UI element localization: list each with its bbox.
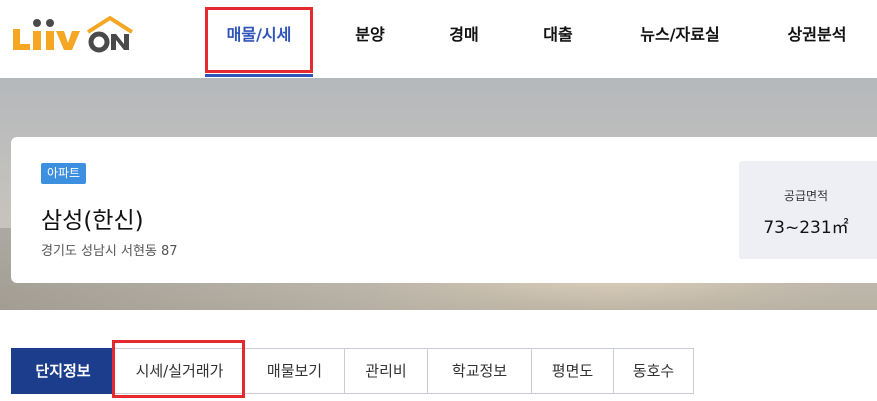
supply-area-value: 73~231㎡ [763, 218, 849, 238]
nav-highlight-box [205, 7, 313, 73]
nav-item-auction[interactable]: 경매 [434, 0, 494, 78]
supply-area-box [739, 161, 877, 259]
nav-item-loan[interactable]: 대출 [528, 0, 588, 78]
property-type-badge: 아파트 [41, 163, 86, 184]
property-name: 삼성(한신) [41, 208, 144, 234]
tab-complex-info[interactable]: 단지정보 [11, 348, 115, 394]
property-address: 경기도 성남시 서현동 87 [41, 244, 178, 259]
nav-active-underline [205, 74, 313, 77]
header: 매물/시세 분양 경매 대출 뉴스/자료실 상권분석 [0, 0, 877, 78]
liiv-on-logo[interactable] [10, 14, 134, 54]
tab-management-fee[interactable]: 관리비 [345, 348, 428, 394]
nav-item-presale[interactable]: 분양 [340, 0, 400, 78]
tab-floor-plan[interactable]: 평면도 [532, 348, 614, 394]
nav-item-commercial-analysis[interactable]: 상권분석 [772, 0, 862, 78]
nav-item-news-archive[interactable]: 뉴스/자료실 [622, 0, 738, 78]
tab-view-listings[interactable]: 매물보기 [245, 348, 345, 394]
supply-area-label: 공급면적 [783, 189, 829, 203]
tab-unit-numbers[interactable]: 동호수 [614, 348, 694, 394]
tab-school-info[interactable]: 학교정보 [428, 348, 532, 394]
tab-highlight-box [112, 340, 245, 398]
